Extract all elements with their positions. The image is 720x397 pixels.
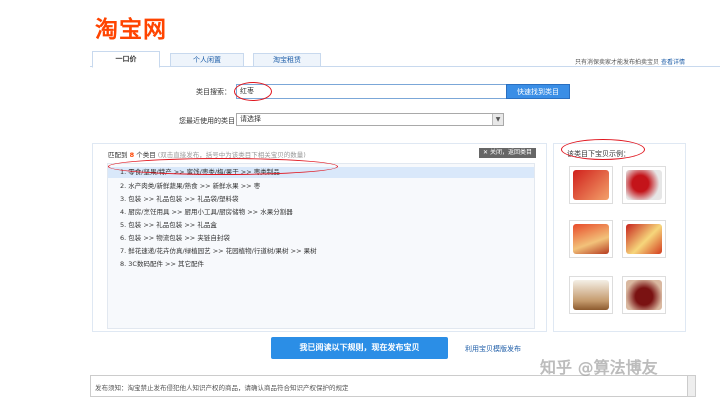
category-result-list: 1. 零食/坚果/特产 >> 蜜饯/枣类/梅/果干 >> 枣类制品 2. 水产肉… — [107, 163, 535, 329]
sample-highlight-circle — [561, 139, 645, 160]
close-icon: ✕ — [483, 149, 489, 156]
results-suffix: 个类目 — [136, 151, 156, 159]
sample-product-image[interactable] — [622, 166, 666, 204]
close-return-label: 关闭，返回类目 — [489, 149, 532, 156]
sample-product-image[interactable] — [569, 276, 613, 314]
category-search-label: 类目搜索： — [196, 88, 231, 96]
recent-category-select[interactable]: 请选择 ▼ — [236, 113, 504, 126]
result-item-6[interactable]: 6. 包装 >> 物流包装 >> 夹链自封袋 — [120, 232, 230, 242]
tab-rental[interactable]: 淘宝租赁 — [253, 53, 321, 67]
search-highlight-circle — [234, 82, 272, 101]
template-publish-link[interactable]: 利用宝贝模版发布 — [465, 344, 521, 354]
chevron-down-icon: ▼ — [492, 114, 503, 125]
taobao-logo[interactable]: 淘宝网 — [95, 10, 167, 44]
auction-note-text: 只有消保卖家才能发布拍卖宝贝 — [575, 59, 660, 66]
result-item-2[interactable]: 2. 水产肉类/新鲜蔬果/熟食 >> 新鲜水果 >> 枣 — [120, 180, 260, 190]
tab-personal-idle[interactable]: 个人闲置 — [170, 53, 244, 67]
close-return-button[interactable]: ✕ 关闭，返回类目 — [479, 148, 536, 158]
quick-find-category-button[interactable]: 快速找到类目 — [506, 84, 570, 99]
result-highlight-circle — [108, 158, 338, 175]
notice-scrollbar[interactable] — [687, 376, 695, 396]
result-item-8[interactable]: 8. 3C数码配件 >> 其它配件 — [120, 258, 204, 268]
result-item-4[interactable]: 4. 厨房/烹饪用具 >> 厨用小工具/厨房储物 >> 水果分割器 — [120, 206, 293, 216]
results-prefix: 匹配到 — [108, 151, 128, 159]
category-sample-panel: 该类目下宝贝示例： — [553, 143, 686, 332]
recent-category-value: 请选择 — [240, 115, 261, 123]
result-item-5[interactable]: 5. 包装 >> 礼品包装 >> 礼品盒 — [120, 219, 217, 229]
category-search-input[interactable]: 红枣 — [236, 84, 507, 99]
results-count: 8 — [129, 151, 135, 159]
sample-product-image[interactable] — [569, 220, 613, 258]
publish-notice: 发布须知：淘宝禁止发布侵犯他人知识产权的商品，请确认商品符合知识产权保护的规定 — [90, 375, 696, 397]
publish-item-button[interactable]: 我已阅读以下规则，现在发布宝贝 — [271, 337, 448, 359]
view-details-link[interactable]: 查看详情 — [661, 59, 685, 66]
auction-note: 只有消保卖家才能发布拍卖宝贝 查看详情 — [575, 57, 685, 66]
zhihu-watermark: 知乎 @算法博友 — [540, 358, 658, 377]
result-item-7[interactable]: 7. 鲜花速递/花卉仿真/绿植园艺 >> 花园植物/行道树/果树 >> 果树 — [120, 245, 317, 255]
recent-category-label: 您最近使用的类目： — [179, 117, 242, 125]
tab-fixed-price[interactable]: 一口价 — [92, 51, 160, 68]
sample-product-image[interactable] — [622, 276, 666, 314]
result-item-3[interactable]: 3. 包装 >> 礼品包装 >> 礼品袋/塑料袋 — [120, 193, 239, 203]
sample-product-image[interactable] — [569, 166, 613, 204]
sample-product-image[interactable] — [622, 220, 666, 258]
publish-type-tabs: 一口价 个人闲置 淘宝租赁 只有消保卖家才能发布拍卖宝贝 查看详情 — [90, 51, 720, 68]
publish-notice-text: 发布须知：淘宝禁止发布侵犯他人知识产权的商品，请确认商品符合知识产权保护的规定 — [95, 384, 349, 392]
